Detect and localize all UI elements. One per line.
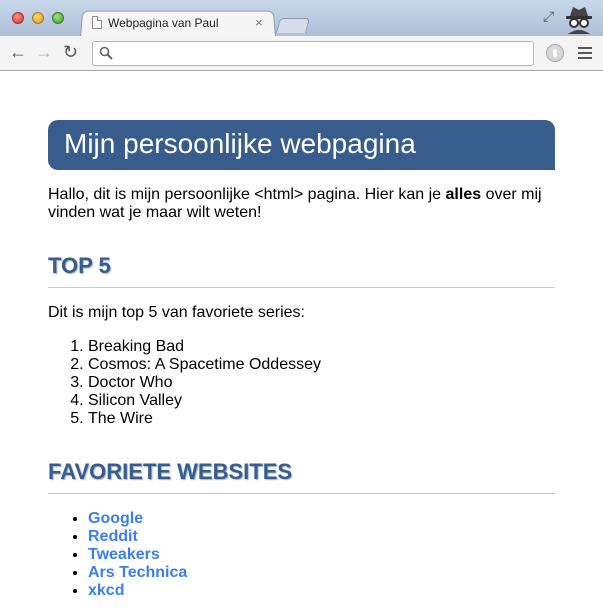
new-tab-button[interactable] [275,18,311,33]
list-item: Tweakers [88,546,555,564]
back-button[interactable]: ← [9,42,27,62]
link-tweakers[interactable]: Tweakers [88,546,160,563]
link-google[interactable]: Google [88,510,143,527]
list-item: Silicon Valley [88,392,555,410]
tab-content[interactable]: Webpagina van Paul × [90,15,270,33]
zoom-window-button[interactable] [52,12,64,24]
intro-bold-text: alles [445,186,482,203]
tab-close-icon[interactable]: × [255,15,263,30]
link-ars-technica[interactable]: Ars Technica [88,564,187,581]
minimize-window-button[interactable] [32,12,44,24]
link-xkcd[interactable]: xkcd [88,582,124,599]
websites-list: Google Reddit Tweakers Ars Technica xkcd [48,510,555,600]
section-title-websites: FAVORIETE WEBSITES [48,459,555,494]
reload-button[interactable]: ↻ [63,42,78,62]
tab-title: Webpagina van Paul [108,16,219,30]
list-item: Cosmos: A Spacetime Oddessey [88,356,555,374]
expand-icon[interactable]: ⤢ [543,8,554,25]
list-item: Reddit [88,528,555,546]
browser-toolbar: ← → ↻ [0,36,603,71]
menu-icon[interactable] [578,47,592,59]
link-reddit[interactable]: Reddit [88,528,138,545]
list-item: Doctor Who [88,374,555,392]
section-title-top5: TOP 5 [48,253,555,288]
extension-icon[interactable] [546,44,564,62]
page-content: Mijn persoonlijke webpagina Hallo, dit i… [48,72,555,600]
list-item: xkcd [88,582,555,600]
list-item: Google [88,510,555,528]
page-icon [92,16,102,29]
list-item: Breaking Bad [88,338,555,356]
search-icon [99,46,113,60]
tab-strip: Webpagina van Paul × ⤢ [0,0,603,37]
address-bar[interactable] [92,41,534,66]
address-input[interactable] [117,44,527,63]
series-list: Breaking Bad Cosmos: A Spacetime Oddesse… [48,338,555,428]
forward-button[interactable]: → [35,42,53,62]
page-title: Mijn persoonlijke webpagina [48,120,555,170]
close-window-button[interactable] [12,12,24,24]
intro-paragraph: Hallo, dit is mijn persoonlijke <html> p… [48,186,555,222]
incognito-icon [566,7,592,34]
list-item: The Wire [88,410,555,428]
list-item: Ars Technica [88,564,555,582]
intro-text-start: Hallo, dit is mijn persoonlijke <html> p… [48,186,446,203]
top5-description: Dit is mijn top 5 van favoriete series: [48,304,305,321]
